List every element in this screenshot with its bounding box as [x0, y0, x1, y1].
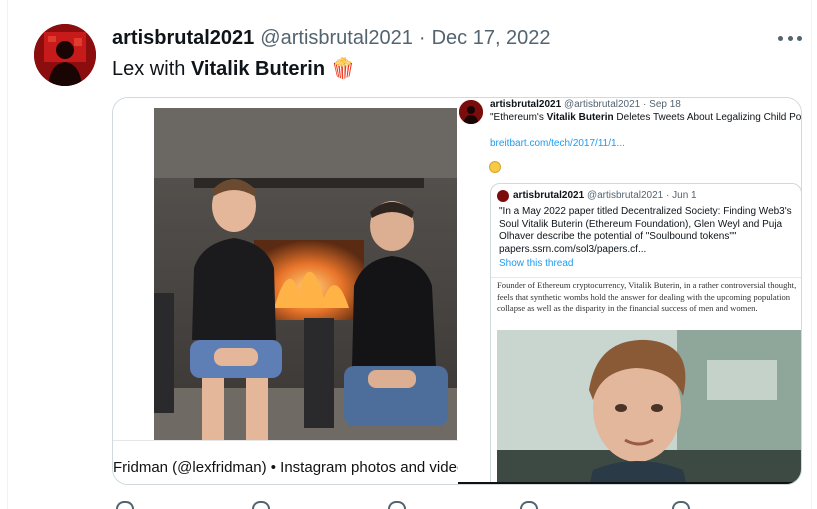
- tweet-header: artisbrutal2021 @artisbrutal2021 · Dec 1…: [112, 26, 551, 50]
- photo-two-men-fireplace: [154, 108, 457, 440]
- avatar[interactable]: [34, 24, 96, 86]
- image-caption: Fridman (@lexfridman) • Instagram photos…: [113, 459, 458, 476]
- like-icon[interactable]: [388, 501, 406, 509]
- tweet-text-mention: Vitalik Buterin: [190, 58, 326, 80]
- quoted-display-name: artisbrutal2021: [513, 190, 585, 201]
- quoted-date: Jun 1: [672, 190, 697, 201]
- embedded-separator: ·: [643, 99, 647, 110]
- more-horizontal-icon[interactable]: [778, 28, 802, 48]
- embedded-text-prefix: "Ethereum's: [490, 112, 547, 123]
- quoted-text: "In a May 2022 paper titled Decentralize…: [499, 206, 792, 255]
- embedded-text-bold: Vitalik Buterin: [546, 112, 614, 123]
- embedded-text-suffix: Deletes Tweets About Legalizing Child Po…: [613, 112, 802, 123]
- embedded-handle: @artisbrutal2021: [563, 99, 641, 110]
- quoted-handle: @artisbrutal2021: [586, 190, 664, 201]
- divider: [113, 440, 458, 441]
- share-icon[interactable]: [672, 501, 690, 509]
- show-thread-link: Show this thread: [499, 258, 574, 269]
- quoted-tweet: artisbrutal2021 @artisbrutal2021 · Jun 1…: [490, 183, 801, 484]
- photo-portrait: [497, 330, 801, 484]
- embedded-display-name: artisbrutal2021: [490, 99, 562, 110]
- quoted-separator: ·: [666, 190, 670, 201]
- media-bottom-bar: [458, 482, 801, 484]
- quoted-avatar: [497, 190, 509, 202]
- retweet-icon[interactable]: [252, 501, 270, 509]
- separator-dot: ·: [418, 26, 426, 49]
- quoted-header: artisbrutal2021 @artisbrutal2021 · Jun 1: [513, 190, 697, 201]
- media-image-left[interactable]: Fridman (@lexfridman) • Instagram photos…: [113, 98, 458, 484]
- embedded-tweet-header: artisbrutal2021 @artisbrutal2021 · Sep 1…: [490, 99, 681, 110]
- article-excerpt: Founder of Ethereum cryptocurrency, Vita…: [497, 280, 797, 314]
- display-name[interactable]: artisbrutal2021: [112, 27, 254, 50]
- tweet-date[interactable]: Dec 17, 2022: [432, 27, 551, 50]
- embedded-avatar: [459, 100, 483, 124]
- divider: [491, 277, 801, 278]
- media-image-right[interactable]: artisbrutal2021 @artisbrutal2021 · Sep 1…: [458, 98, 802, 484]
- embedded-tweet-text: "Ethereum's Vitalik Buterin Deletes Twee…: [490, 112, 802, 123]
- embedded-date: Sep 18: [649, 99, 681, 110]
- timeline-border-left: [7, 0, 8, 509]
- reply-icon[interactable]: [116, 501, 134, 509]
- tweet-text-prefix: Lex with: [112, 58, 191, 80]
- timeline-border-right: [811, 0, 812, 509]
- action-bar: [112, 497, 712, 509]
- views-icon[interactable]: [520, 501, 538, 509]
- media-grid: Fridman (@lexfridman) • Instagram photos…: [112, 97, 802, 485]
- embedded-link: breitbart.com/tech/2017/11/1...: [490, 138, 625, 149]
- user-handle[interactable]: @artisbrutal2021: [260, 27, 413, 50]
- popcorn-emoji: 🍿: [330, 58, 356, 80]
- tweet-text: Lex with Vitalik Buterin 🍿: [112, 56, 356, 81]
- thinking-face-icon: [489, 161, 501, 173]
